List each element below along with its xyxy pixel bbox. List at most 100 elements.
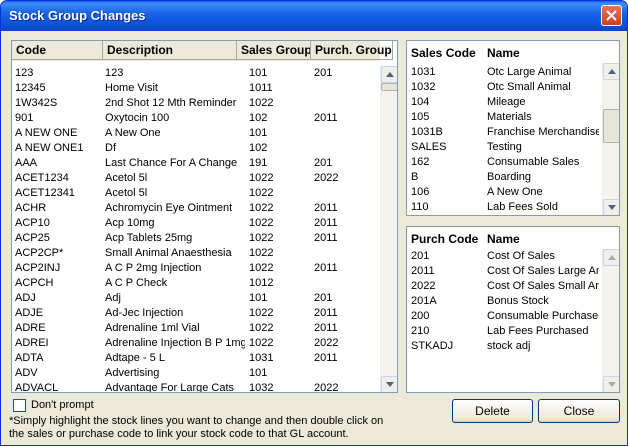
table-row[interactable]: AAA Last Chance For A Change 191 201 [12,156,380,171]
table-row[interactable]: ACP2INJ A C P 2mg Injection 1022 2011 [12,261,380,276]
table-row[interactable]: ACP10 Acp 10mg 1022 2011 [12,216,380,231]
table-row[interactable]: 12345 Home Visit 1011 [12,81,380,96]
table-cell: ADVACL [15,382,59,393]
table-row[interactable]: 901 Oxytocin 100 102 2011 [12,111,380,126]
list-item[interactable]: SALES Testing [407,140,602,155]
table-cell: 101 [249,127,268,139]
table-row[interactable]: 123 123 101 201 [12,66,380,81]
table-cell: ADTA [15,352,44,364]
table-row[interactable]: ADJ Adj 101 201 [12,291,380,306]
table-cell: 2022 [314,382,339,393]
table-cell: 2022 [411,280,436,292]
close-window-button[interactable] [601,5,622,26]
table-row[interactable]: ADVACL Advantage For Large Cats 1032 2022 [12,381,380,393]
table-row[interactable]: 1W342S 2nd Shot 12 Mth Reminder 1022 [12,96,380,111]
table-row[interactable]: ACP2CP* Small Animal Anaesthesia 1022 [12,246,380,261]
scroll-thumb[interactable] [381,83,397,91]
chevron-up-icon [608,255,616,260]
table-cell: Cost Of Sales Small An [487,280,599,292]
list-item[interactable]: 1032 Otc Small Animal [407,80,602,95]
table-cell: 1011 [249,82,273,94]
list-item[interactable]: 110 Lab Fees Sold [407,200,602,215]
table-row[interactable]: A NEW ONE1 Df 102 [12,141,380,156]
table-cell: 201 [411,250,430,262]
table-cell: 2011 [314,322,338,334]
table-cell: 162 [411,156,430,168]
col-header-name: Name [487,232,520,246]
col-header-sales-group[interactable]: Sales Group [237,41,311,60]
table-row[interactable]: A NEW ONE A New One 101 [12,126,380,141]
sales-code-table[interactable]: Sales Code Name 1031 Otc Large Animal 1032… [406,40,620,216]
scroll-up-button[interactable] [603,249,619,266]
table-cell: 1022 [249,172,274,184]
table-row[interactable]: ADV Advertising 101 [12,366,380,381]
chevron-up-icon [386,72,394,77]
list-item[interactable]: 201 Cost Of Sales [407,249,602,264]
scroll-up-button[interactable] [381,66,397,83]
table-cell: 1W342S [15,97,58,109]
list-item[interactable]: 200 Consumable Purchase [407,309,602,324]
table-cell: Mileage [487,96,526,108]
stock-table[interactable]: Code Description Sales Group Purch. Grou… [11,40,398,393]
list-item[interactable]: STKADJ stock adj [407,339,602,354]
stock-table-scrollbar[interactable] [380,66,397,392]
close-button[interactable]: Close [538,399,620,423]
list-item[interactable]: 2011 Cost Of Sales Large An [407,264,602,279]
table-cell: ACET1234 [15,172,69,184]
scroll-down-button[interactable] [603,376,619,392]
table-cell: 2011 [314,217,338,229]
table-cell: Franchise Merchandise [487,126,599,138]
table-row[interactable]: ACP25 Acp Tablets 25mg 1022 2011 [12,231,380,246]
scroll-down-button[interactable] [603,199,619,215]
table-cell: 201 [314,157,333,169]
table-cell: ACP10 [15,217,50,229]
table-cell: Consumable Sales [487,156,580,168]
col-header-code[interactable]: Code [12,41,103,60]
scroll-up-button[interactable] [603,63,619,80]
list-item[interactable]: 104 Mileage [407,95,602,110]
purch-code-table[interactable]: Purch Code Name 201 Cost Of Sales 2011 Cost… [406,226,620,393]
list-item[interactable]: 1031 Otc Large Animal [407,65,602,80]
purch-table-scrollbar[interactable] [602,249,619,392]
table-cell: ADJE [15,307,44,319]
sales-table-scrollbar[interactable] [602,63,619,215]
table-cell: 1022 [249,337,274,349]
table-cell: 200 [411,310,430,322]
list-item[interactable]: 210 Lab Fees Purchased [407,324,602,339]
title-bar[interactable]: Stock Group Changes [1,1,627,31]
table-row[interactable]: ADREI Adrenaline Injection B P 1mg 1022 202… [12,336,380,351]
table-cell: 1031B [411,126,443,138]
table-row[interactable]: ADTA Adtape - 5 L 1031 2011 [12,351,380,366]
table-cell: Testing [487,141,522,153]
table-cell: Cost Of Sales [487,250,555,262]
col-header-purch-group[interactable]: Purch. Group [311,41,393,60]
list-item[interactable]: 105 Materials [407,110,602,125]
col-header-description[interactable]: Description [103,41,237,60]
table-row[interactable]: ADRE Adrenaline 1ml Vial 1022 2011 [12,321,380,336]
table-row[interactable]: ACHR Achromycin Eye Ointment 1022 2011 [12,201,380,216]
list-item[interactable]: 162 Consumable Sales [407,155,602,170]
list-item[interactable]: 1031B Franchise Merchandise [407,125,602,140]
table-cell: SALES [411,141,447,153]
table-row[interactable]: ADJE Ad-Jec Injection 1022 2011 [12,306,380,321]
list-item[interactable]: 106 A New One [407,185,602,200]
table-cell: 101 [249,292,268,304]
scroll-thumb[interactable] [603,109,619,143]
table-cell: 1022 [249,202,274,214]
list-item[interactable]: 2022 Cost Of Sales Small An [407,279,602,294]
list-item[interactable]: 201A Bonus Stock [407,294,602,309]
sales-rows: 1031 Otc Large Animal 1032 Otc Small Animal… [407,65,602,215]
dont-prompt-checkbox[interactable] [13,399,26,412]
table-cell: STKADJ [411,340,454,352]
table-cell: A C P Check [105,277,168,289]
dont-prompt-label: Don't prompt [31,399,94,411]
table-cell: Advantage For Large Cats [105,382,235,393]
table-cell: A New One [487,186,543,198]
delete-button[interactable]: Delete [452,399,533,423]
table-row[interactable]: ACET12341 Acetol 5l 1022 [12,186,380,201]
table-cell: 2011 [314,352,338,364]
table-row[interactable]: ACPCH A C P Check 1012 [12,276,380,291]
list-item[interactable]: B Boarding [407,170,602,185]
table-row[interactable]: ACET1234 Acetol 5l 1022 2022 [12,171,380,186]
scroll-down-button[interactable] [381,376,397,392]
